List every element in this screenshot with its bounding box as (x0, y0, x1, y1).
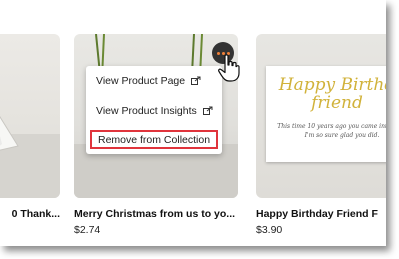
menu-item-remove-from-collection[interactable]: Remove from Collection (90, 130, 219, 149)
hand-cursor-icon (218, 54, 240, 82)
menu-item-view-product-insights[interactable]: View Product Insights (96, 102, 213, 120)
menu-item-label: Remove from Collection (98, 133, 211, 146)
product-image[interactable] (0, 34, 60, 198)
greeting-title: Happy Birthd friend (278, 75, 386, 113)
collection-grid: 0 Thank... Merry Christmas from us to yo… (0, 0, 386, 246)
product-options-menu: View Product Page View Product Insights … (86, 66, 222, 154)
external-link-icon (202, 106, 213, 115)
menu-item-view-product-page[interactable]: View Product Page (96, 72, 201, 90)
greeting-card-preview: Happy Birthd friend This time 10 years a… (266, 66, 386, 162)
product-title[interactable]: Merry Christmas from us to yo... (74, 208, 238, 220)
product-price: $2.74 (74, 224, 101, 236)
external-link-icon (191, 76, 201, 85)
product-price: $3.90 (256, 224, 283, 236)
product-image[interactable]: Happy Birthd friend This time 10 years a… (256, 34, 386, 198)
product-title[interactable]: 0 Thank... (0, 208, 60, 220)
menu-item-label: View Product Insights (96, 105, 197, 117)
product-title[interactable]: Happy Birthday Friend F (256, 208, 386, 220)
greeting-message: This time 10 years ago you came into thi… (277, 123, 386, 139)
menu-item-label: View Product Page (96, 75, 186, 87)
card-photo (0, 115, 60, 198)
